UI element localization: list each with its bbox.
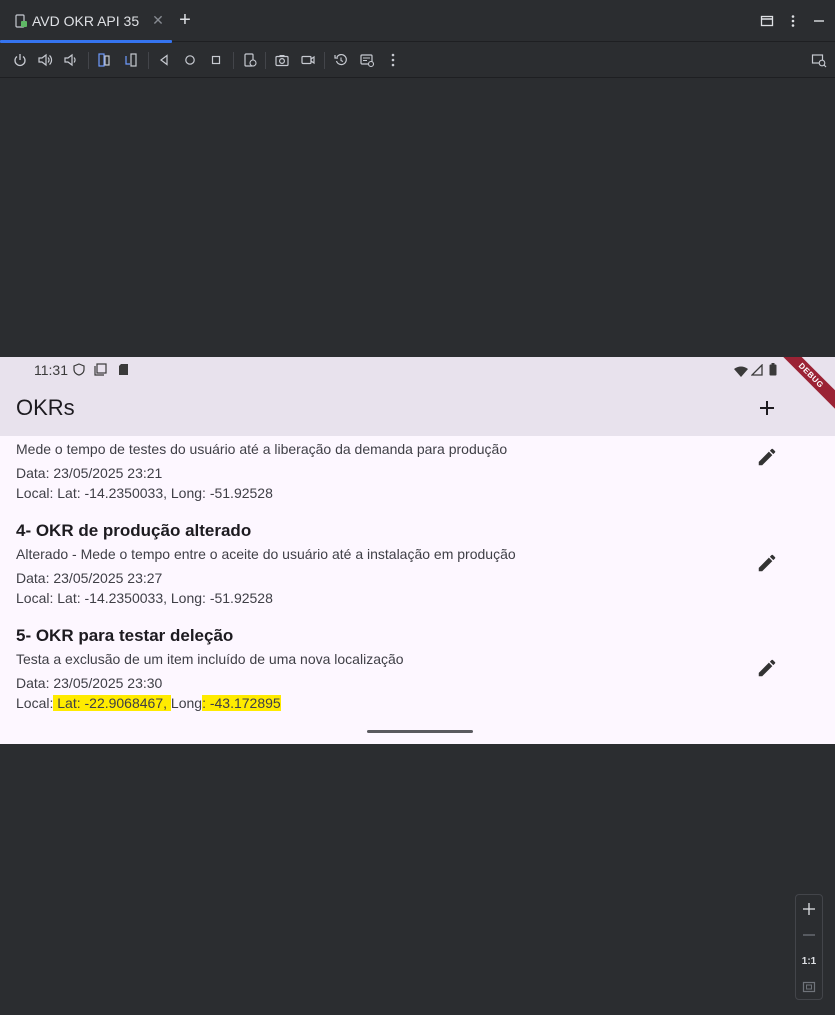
pencil-icon <box>758 448 776 466</box>
screen-record-icon[interactable] <box>299 51 317 69</box>
edit-button[interactable] <box>756 446 778 468</box>
status-time: 11:31 <box>34 362 68 378</box>
okr-description: Mede o tempo de testes do usuário até a … <box>16 441 508 457</box>
okr-date: Data: 23/05/2025 23:30 <box>16 675 163 691</box>
pencil-icon <box>758 659 776 677</box>
volume-down-icon[interactable] <box>61 51 79 69</box>
okr-description: Testa a exclusão de um item incluído de … <box>16 651 404 667</box>
hide-icon[interactable] <box>810 12 828 30</box>
shield-icon <box>73 363 85 381</box>
okr-title: 5- OKR para testar deleção <box>16 626 234 645</box>
screenshot-icon[interactable] <box>273 51 291 69</box>
battery-icon <box>769 363 777 381</box>
toolbar-separator <box>148 52 149 69</box>
android-status-bar: 11:31 <box>0 357 835 382</box>
toolbar-separator <box>88 52 89 69</box>
location-mid: Long <box>170 695 203 711</box>
layout-icon[interactable] <box>758 12 776 30</box>
home-icon[interactable] <box>181 51 199 69</box>
okr-description: Alterado - Mede o tempo entre o aceite d… <box>16 546 516 562</box>
emulator-toolbar <box>0 43 835 78</box>
sd-card-icon <box>118 363 129 381</box>
toolbar-separator <box>265 52 266 69</box>
okr-location: Local: Lat: -14.2350033, Long: -51.92528 <box>16 590 273 606</box>
snapshot-icon[interactable] <box>241 51 259 69</box>
okr-location: Local: Lat: -14.2350033, Long: -51.92528 <box>16 485 273 501</box>
zoom-in-icon[interactable] <box>796 897 822 921</box>
edit-button[interactable] <box>756 657 778 679</box>
okr-location: Local: Lat: -22.9068467, Long: -43.17289… <box>16 695 281 711</box>
page-title: OKRs <box>16 395 75 420</box>
zoom-actual-size-button[interactable]: 1:1 <box>796 949 822 973</box>
app-bar: OKRs <box>0 382 835 436</box>
more-icon[interactable] <box>384 51 402 69</box>
rotate-right-icon[interactable] <box>122 51 140 69</box>
toolbar-separator <box>324 52 325 69</box>
reset-icon[interactable] <box>332 51 350 69</box>
close-icon[interactable]: ✕ <box>151 13 165 27</box>
gesture-home-indicator[interactable] <box>367 730 473 733</box>
okr-title: 4- OKR de produção alterado <box>16 521 252 540</box>
back-icon[interactable] <box>155 51 173 69</box>
okr-date: Data: 23/05/2025 23:21 <box>16 465 163 481</box>
device-icon <box>14 14 28 28</box>
more-vert-icon[interactable] <box>784 12 802 30</box>
device-screen[interactable]: 11:31 OKRs DEBUG Mede o tempo de testes … <box>0 357 835 744</box>
edit-button[interactable] <box>756 552 778 574</box>
longitude-highlight: : -43.172895 <box>202 695 281 711</box>
volume-up-icon[interactable] <box>36 51 54 69</box>
toolbar-separator <box>233 52 234 69</box>
pencil-icon <box>758 554 776 572</box>
extended-controls-icon[interactable] <box>358 51 376 69</box>
location-prefix: Local: <box>16 695 54 711</box>
overview-icon[interactable] <box>207 51 225 69</box>
rotate-left-icon[interactable] <box>95 51 113 69</box>
copy-icon <box>94 363 107 381</box>
okr-date: Data: 23/05/2025 23:27 <box>16 570 163 586</box>
tab-title: AVD OKR API 35 <box>32 13 140 29</box>
wifi-icon <box>734 364 748 382</box>
plus-icon <box>760 401 774 415</box>
power-icon[interactable] <box>11 51 29 69</box>
zoom-out-icon[interactable] <box>796 923 822 947</box>
add-okr-button[interactable] <box>757 398 777 418</box>
zoom-fit-icon[interactable] <box>796 975 822 999</box>
signal-icon <box>750 363 763 381</box>
device-tab[interactable]: AVD OKR API 35 ✕ <box>0 0 172 43</box>
latitude-highlight: Lat: -22.9068467, <box>53 695 171 711</box>
tab-bar: AVD OKR API 35 ✕ + <box>0 0 835 43</box>
zoom-controls: 1:1 <box>795 894 823 1000</box>
device-mirror-icon[interactable] <box>810 51 828 69</box>
plus-icon[interactable]: + <box>175 10 195 31</box>
